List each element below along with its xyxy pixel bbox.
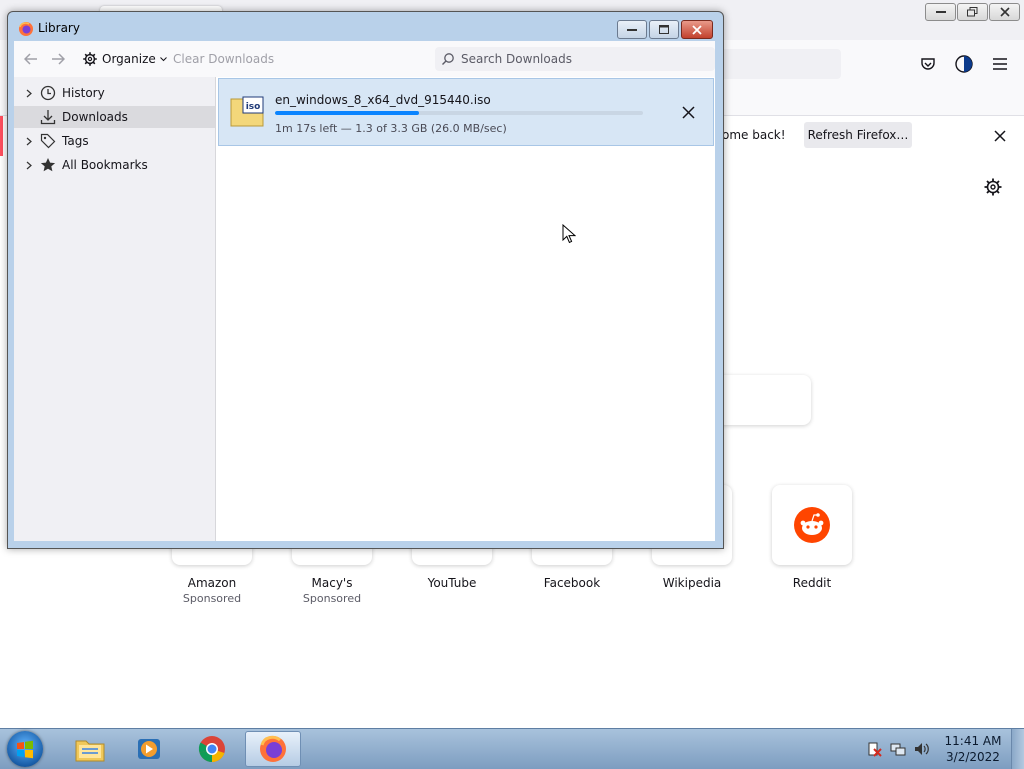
notification-accent bbox=[0, 116, 3, 156]
search-downloads-box[interactable] bbox=[435, 47, 715, 71]
search-icon bbox=[442, 53, 454, 65]
gear-icon bbox=[83, 52, 97, 66]
taskbar-chrome[interactable] bbox=[184, 731, 240, 767]
start-button[interactable] bbox=[7, 731, 43, 767]
sidebar-item-label: Downloads bbox=[62, 110, 128, 124]
taskbar: 11:41 AM 3/2/2022 bbox=[0, 728, 1024, 769]
system-clock[interactable]: 11:41 AM 3/2/2022 bbox=[940, 733, 1006, 765]
chrome-icon bbox=[198, 736, 225, 763]
volume-icon[interactable] bbox=[914, 741, 930, 757]
shortcut-label: YouTube bbox=[427, 576, 477, 590]
firefox-close-button[interactable] bbox=[989, 3, 1020, 21]
taskbar-firefox[interactable] bbox=[245, 731, 301, 767]
close-icon bbox=[994, 130, 1006, 142]
tag-icon bbox=[39, 132, 57, 150]
windows-logo-icon bbox=[17, 740, 33, 759]
library-title: Library bbox=[38, 21, 80, 35]
download-progress-bar bbox=[275, 111, 643, 115]
minimize-icon bbox=[627, 28, 637, 31]
sponsored-label: Sponsored bbox=[302, 592, 362, 605]
shortcut-label: Amazon bbox=[187, 576, 237, 590]
twisty-icon[interactable] bbox=[22, 89, 36, 98]
firefox-minimize-button[interactable] bbox=[925, 3, 956, 21]
download-icon bbox=[39, 108, 57, 126]
library-toolbar: Organize Clear Downloads bbox=[14, 41, 715, 77]
library-maximize-button[interactable] bbox=[649, 20, 679, 39]
clock-date: 3/2/2022 bbox=[946, 750, 1000, 764]
download-status: 1m 17s left — 1.3 of 3.3 GB (26.0 MB/sec… bbox=[275, 122, 507, 135]
library-content: Organize Clear Downloads History Downloa… bbox=[14, 41, 715, 541]
firefox-restore-button[interactable] bbox=[957, 3, 988, 21]
clear-downloads-button[interactable]: Clear Downloads bbox=[173, 52, 274, 66]
shortcut-label: Reddit bbox=[792, 576, 832, 590]
organize-menu-button[interactable]: Organize bbox=[82, 48, 167, 70]
shortcut-label: Macy's bbox=[311, 576, 353, 590]
sidebar-item-label: All Bookmarks bbox=[62, 158, 148, 172]
pocket-icon[interactable] bbox=[917, 53, 939, 75]
maximize-icon bbox=[659, 25, 669, 34]
action-center-icon[interactable] bbox=[866, 741, 882, 757]
shortcut-card[interactable] bbox=[772, 485, 852, 565]
twisty-icon[interactable] bbox=[22, 137, 36, 146]
chevron-down-icon bbox=[159, 56, 167, 61]
shortcut-label: Facebook bbox=[543, 576, 601, 590]
sponsored-label: Sponsored bbox=[182, 592, 242, 605]
media-player-icon bbox=[138, 739, 160, 759]
downloads-list: iso en_windows_8_x64_dvd_915440.iso 1m 1… bbox=[216, 77, 715, 541]
download-item[interactable]: iso en_windows_8_x64_dvd_915440.iso 1m 1… bbox=[218, 78, 714, 146]
sidebar-item-label: History bbox=[62, 86, 105, 100]
library-sidebar: History Downloads Tags All Bookmarks bbox=[14, 77, 216, 541]
clock-time: 11:41 AM bbox=[944, 734, 1002, 748]
shortcut-label: Wikipedia bbox=[662, 576, 722, 590]
forward-button[interactable] bbox=[49, 50, 67, 68]
close-icon bbox=[999, 7, 1010, 17]
sidebar-item-history[interactable]: History bbox=[14, 82, 215, 104]
back-button[interactable] bbox=[22, 50, 40, 68]
arrow-right-icon bbox=[52, 53, 65, 65]
sidebar-item-all-bookmarks[interactable]: All Bookmarks bbox=[14, 154, 215, 176]
network-icon[interactable] bbox=[890, 741, 906, 757]
account-icon[interactable] bbox=[953, 53, 975, 75]
close-icon bbox=[681, 105, 695, 119]
sidebar-item-tags[interactable]: Tags bbox=[14, 130, 215, 152]
show-desktop-button[interactable] bbox=[1011, 729, 1024, 769]
iso-file-icon: iso bbox=[230, 96, 264, 127]
cancel-download-button[interactable] bbox=[679, 103, 697, 121]
sidebar-item-label: Tags bbox=[62, 134, 89, 148]
svg-text:iso: iso bbox=[246, 102, 261, 112]
star-icon bbox=[39, 156, 57, 174]
reddit-icon bbox=[794, 507, 830, 543]
library-window: Library Organize Clear Downloads Search … bbox=[7, 11, 724, 549]
download-filename: en_windows_8_x64_dvd_915440.iso bbox=[275, 93, 491, 107]
file-explorer-icon bbox=[75, 740, 105, 762]
firefox-icon bbox=[260, 735, 286, 762]
firefox-logo-icon bbox=[19, 22, 33, 36]
minimize-icon bbox=[935, 11, 946, 13]
restore-icon bbox=[967, 7, 978, 17]
search-downloads-input[interactable] bbox=[459, 51, 703, 67]
library-minimize-button[interactable] bbox=[617, 20, 647, 39]
sidebar-item-downloads[interactable]: Downloads bbox=[14, 106, 215, 128]
taskbar-media-player[interactable] bbox=[121, 731, 177, 767]
refresh-firefox-button[interactable]: Refresh Firefox… bbox=[804, 122, 912, 148]
download-progress-fill bbox=[275, 111, 419, 115]
close-icon bbox=[692, 24, 702, 35]
clock-icon bbox=[39, 84, 57, 102]
settings-gear-icon[interactable] bbox=[983, 177, 1003, 197]
mouse-cursor-icon bbox=[562, 224, 576, 244]
library-close-button[interactable] bbox=[681, 20, 713, 39]
new-tab-search-box[interactable] bbox=[712, 375, 811, 425]
organize-label: Organize bbox=[102, 52, 156, 66]
twisty-icon[interactable] bbox=[22, 161, 36, 170]
firefox-url-bar[interactable] bbox=[720, 49, 841, 79]
arrow-left-icon bbox=[24, 53, 37, 65]
hamburger-menu-icon[interactable] bbox=[989, 53, 1011, 75]
taskbar-file-explorer[interactable] bbox=[62, 731, 118, 767]
notification-message: ome back! bbox=[722, 128, 786, 142]
notification-close-button[interactable] bbox=[990, 126, 1010, 146]
